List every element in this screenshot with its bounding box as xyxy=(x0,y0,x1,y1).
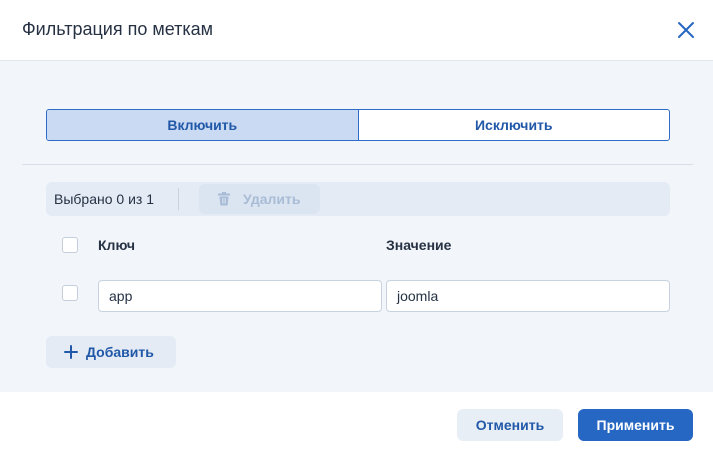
trash-icon xyxy=(217,192,231,206)
value-input[interactable]: joomla xyxy=(386,280,670,312)
select-all-checkbox[interactable] xyxy=(62,237,78,253)
add-label-button[interactable]: Добавить xyxy=(46,336,176,368)
apply-button[interactable]: Применить xyxy=(578,409,693,441)
column-header-value: Значение xyxy=(386,237,452,253)
dialog-title: Фильтрация по меткам xyxy=(22,19,214,39)
mode-switch: Включить Исключить xyxy=(46,109,670,141)
dialog-header: Фильтрация по меткам xyxy=(0,0,713,61)
delete-button[interactable]: Удалить xyxy=(199,184,320,214)
plus-icon xyxy=(64,345,78,359)
column-header-key: Ключ xyxy=(98,237,135,253)
mode-include-option[interactable]: Включить xyxy=(47,110,358,140)
selection-toolbar: Выбрано 0 из 1 Удалить xyxy=(46,182,670,216)
close-button[interactable] xyxy=(672,16,700,44)
mode-exclude-option[interactable]: Исключить xyxy=(357,110,670,140)
add-label: Добавить xyxy=(86,344,154,360)
close-icon xyxy=(677,21,695,39)
toolbar-separator xyxy=(178,188,179,210)
dialog-body: Включить Исключить Выбрано 0 из 1 Удалит… xyxy=(0,61,713,392)
cancel-button[interactable]: Отменить xyxy=(457,409,563,441)
row-checkbox[interactable] xyxy=(62,285,78,301)
key-input[interactable]: app xyxy=(98,280,382,312)
selection-count: Выбрано 0 из 1 xyxy=(54,191,154,207)
label-filter-dialog: Фильтрация по меткам Включить Исключить … xyxy=(0,0,713,449)
dialog-footer: Отменить Применить xyxy=(0,392,713,449)
divider xyxy=(22,164,693,165)
delete-label: Удалить xyxy=(243,191,301,207)
